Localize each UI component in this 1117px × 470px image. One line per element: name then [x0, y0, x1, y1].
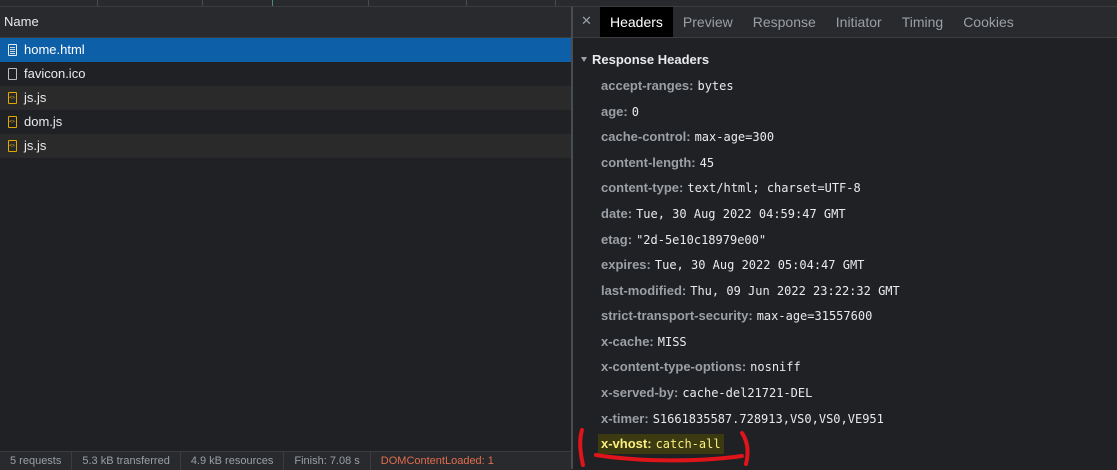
script-icon: [8, 116, 17, 128]
transferred-size: 5.3 kB transferred: [72, 452, 181, 470]
header-key: x-vhost:: [601, 436, 652, 451]
response-headers-section-toggle[interactable]: Response Headers: [573, 50, 1117, 70]
header-row: last-modified: Thu, 09 Jun 2022 23:22:32 …: [601, 281, 900, 301]
toolbar-divider: [97, 0, 98, 6]
header-key: x-content-type-options:: [601, 359, 747, 374]
close-icon[interactable]: ✕: [573, 7, 600, 37]
tab-response[interactable]: Response: [743, 7, 826, 37]
request-row[interactable]: js.js: [0, 134, 571, 158]
toolbar-divider: [202, 0, 203, 6]
toolbar-divider: [272, 0, 273, 6]
header-value: text/html; charset=UTF-8: [687, 181, 861, 195]
header-key: cache-control:: [601, 129, 691, 144]
triangle-down-icon: [581, 57, 587, 62]
header-row: x-timer: S1661835587.728913,VS0,VS0,VE951: [601, 409, 884, 429]
header-value: S1661835587.728913,VS0,VS0,VE951: [652, 412, 884, 426]
details-tab-bar: ✕ Headers Preview Response Initiator Tim…: [573, 7, 1117, 38]
request-list-pane: Name home.html favicon.ico js.js dom.js …: [0, 7, 571, 451]
header-row: x-served-by: cache-del21721-DEL: [601, 383, 812, 403]
header-row: cache-control: max-age=300: [601, 127, 774, 147]
header-key: last-modified:: [601, 283, 687, 298]
tab-cookies[interactable]: Cookies: [953, 7, 1024, 37]
request-name: dom.js: [24, 114, 63, 129]
header-key: strict-transport-security:: [601, 308, 753, 323]
tab-preview[interactable]: Preview: [673, 7, 743, 37]
header-value: Tue, 30 Aug 2022 05:04:47 GMT: [654, 258, 865, 272]
name-column-header[interactable]: Name: [0, 7, 571, 38]
request-name: home.html: [24, 42, 85, 57]
header-row: etag: "2d-5e10c18979e00": [601, 230, 766, 250]
header-value: "2d-5e10c18979e00": [636, 233, 767, 247]
header-value: catch-all: [655, 437, 721, 451]
header-value: Thu, 09 Jun 2022 23:22:32 GMT: [690, 284, 900, 298]
header-row: expires: Tue, 30 Aug 2022 05:04:47 GMT: [601, 255, 864, 275]
script-icon: [8, 140, 17, 152]
request-name: favicon.ico: [24, 66, 86, 81]
header-value: max-age=300: [694, 130, 775, 144]
request-row[interactable]: dom.js: [0, 110, 571, 134]
header-row: x-content-type-options: nosniff: [601, 357, 801, 377]
header-key: etag:: [601, 232, 633, 247]
header-key: age:: [601, 104, 628, 119]
tab-headers[interactable]: Headers: [600, 7, 673, 37]
header-value: 0: [631, 105, 639, 119]
request-name: js.js: [24, 90, 47, 105]
header-key: x-served-by:: [601, 385, 679, 400]
script-icon: [8, 92, 17, 104]
request-rows: home.html favicon.ico js.js dom.js js.js: [0, 38, 571, 158]
header-row: x-cache: MISS: [601, 332, 687, 352]
domcontentloaded-time: DOMContentLoaded: 1: [380, 455, 494, 467]
header-value: bytes: [697, 79, 734, 93]
header-key: date:: [601, 206, 633, 221]
header-row: age: 0: [601, 102, 639, 122]
header-value: max-age=31557600: [756, 309, 873, 323]
toolbar-divider: [466, 0, 467, 6]
header-key: accept-ranges:: [601, 78, 694, 93]
header-value: nosniff: [750, 360, 801, 374]
request-row[interactable]: favicon.ico: [0, 62, 571, 86]
header-key: x-timer:: [601, 411, 649, 426]
toolbar-divider: [555, 0, 556, 6]
request-count: 5 requests: [0, 452, 73, 470]
header-key: content-length:: [601, 155, 696, 170]
tab-timing[interactable]: Timing: [892, 7, 954, 37]
section-title: Response Headers: [592, 52, 710, 67]
top-toolbar-strip: [0, 0, 1117, 7]
file-icon: [8, 68, 17, 80]
header-key: expires:: [601, 257, 651, 272]
request-row[interactable]: home.html: [0, 38, 571, 62]
header-row: strict-transport-security: max-age=315576…: [601, 306, 872, 326]
header-row: date: Tue, 30 Aug 2022 04:59:47 GMT: [601, 204, 846, 224]
name-column-label: Name: [4, 14, 39, 29]
request-name: js.js: [24, 138, 47, 153]
header-row: content-length: 45: [601, 153, 714, 173]
header-value: cache-del21721-DEL: [682, 386, 813, 400]
resources-size: 4.9 kB resources: [181, 452, 285, 470]
header-value: Tue, 30 Aug 2022 04:59:47 GMT: [636, 207, 846, 221]
header-key: content-type:: [601, 180, 684, 195]
request-details-pane: ✕ Headers Preview Response Initiator Tim…: [573, 7, 1117, 469]
network-status-bar: 5 requests 5.3 kB transferred 4.9 kB resou…: [0, 451, 571, 470]
request-row[interactable]: js.js: [0, 86, 571, 110]
tab-initiator[interactable]: Initiator: [826, 7, 892, 37]
document-icon: [8, 44, 17, 56]
header-value: 45: [699, 156, 715, 170]
header-row: accept-ranges: bytes: [601, 76, 734, 96]
header-key: x-cache:: [601, 334, 654, 349]
finish-time: Finish: 7.08 s: [284, 452, 371, 470]
header-row-highlighted: x-vhost: catch-all: [598, 434, 724, 454]
header-row: content-type: text/html; charset=UTF-8: [601, 178, 861, 198]
toolbar-divider: [368, 0, 369, 6]
header-value: MISS: [657, 335, 687, 349]
